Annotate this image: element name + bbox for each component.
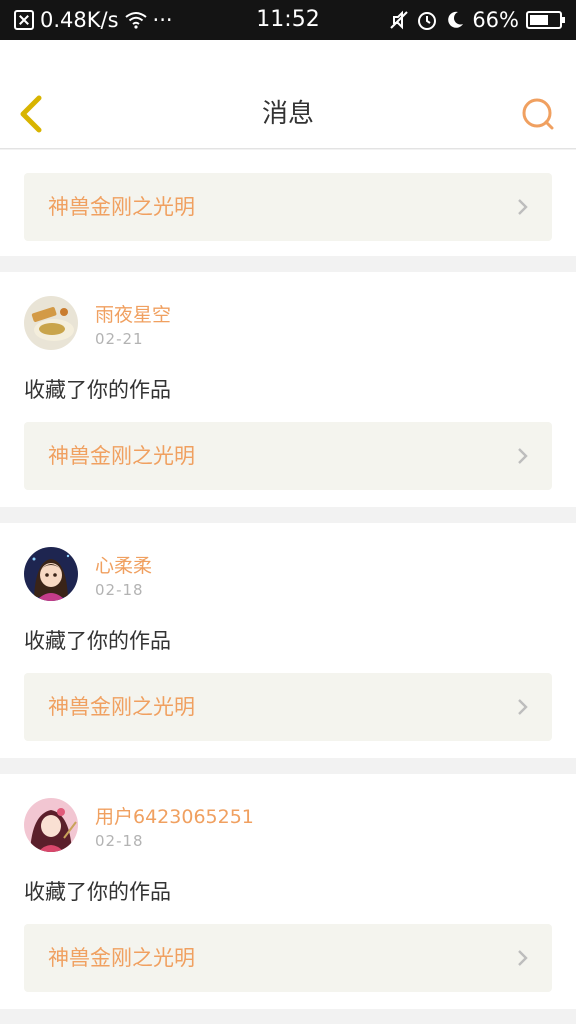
message-action-text: 收藏了你的作品	[24, 378, 171, 402]
work-link[interactable]: 神兽金刚之光明	[24, 673, 552, 741]
message-date: 02-21	[95, 330, 144, 348]
work-link[interactable]: 神兽金刚之光明	[24, 422, 552, 490]
moon-icon	[448, 11, 464, 28]
username[interactable]: 心柔柔	[95, 551, 152, 578]
battery-percent: 66%	[472, 8, 519, 32]
page-title: 消息	[261, 99, 314, 129]
battery-fill	[530, 15, 549, 25]
chevron-right-icon	[518, 448, 528, 464]
message-card: 用户642306525​1 02-18 收藏了你的作品 神兽金刚之光明	[0, 774, 576, 1009]
chevron-right-icon	[518, 950, 528, 966]
app-header: 消息	[0, 40, 576, 149]
username[interactable]: 雨夜星空	[95, 300, 171, 327]
status-right: 66%	[389, 0, 565, 40]
message-card: 心柔柔 02-18 收藏了你的作品 神兽金刚之光明	[0, 523, 576, 758]
username[interactable]: 用户642306525​1	[95, 802, 254, 829]
chevron-right-icon	[518, 699, 528, 715]
work-title: 神兽金刚之光明	[48, 946, 195, 970]
message-action-text: 收藏了你的作品	[24, 880, 171, 904]
chevron-right-icon	[518, 199, 528, 215]
status-bar: 0.48K/s ··· 11:52 66%	[0, 0, 576, 40]
mute-icon	[390, 10, 409, 30]
message-action-text: 收藏了你的作品	[24, 629, 171, 653]
message-date: 02-18	[95, 832, 144, 850]
message-card: 神兽金刚之光明	[0, 150, 576, 256]
message-list[interactable]: 神兽金刚之光明 雨夜星空 02-21 收藏了你的作品 神兽金刚之光明 心柔柔 0…	[0, 150, 576, 1024]
user-avatar[interactable]	[24, 296, 78, 350]
work-link[interactable]: 神兽金刚之光明	[24, 924, 552, 992]
user-avatar[interactable]	[24, 798, 78, 852]
message-date: 02-18	[95, 581, 144, 599]
work-title: 神兽金刚之光明	[48, 695, 195, 719]
search-button[interactable]	[520, 96, 556, 132]
battery-icon	[526, 11, 565, 29]
work-link[interactable]: 神兽金刚之光明	[24, 173, 552, 241]
message-card: 雨夜星空 02-21 收藏了你的作品 神兽金刚之光明	[0, 272, 576, 507]
user-avatar[interactable]	[24, 547, 78, 601]
work-title: 神兽金刚之光明	[48, 444, 195, 468]
work-title: 神兽金刚之光明	[48, 195, 195, 219]
alarm-icon	[418, 12, 437, 30]
